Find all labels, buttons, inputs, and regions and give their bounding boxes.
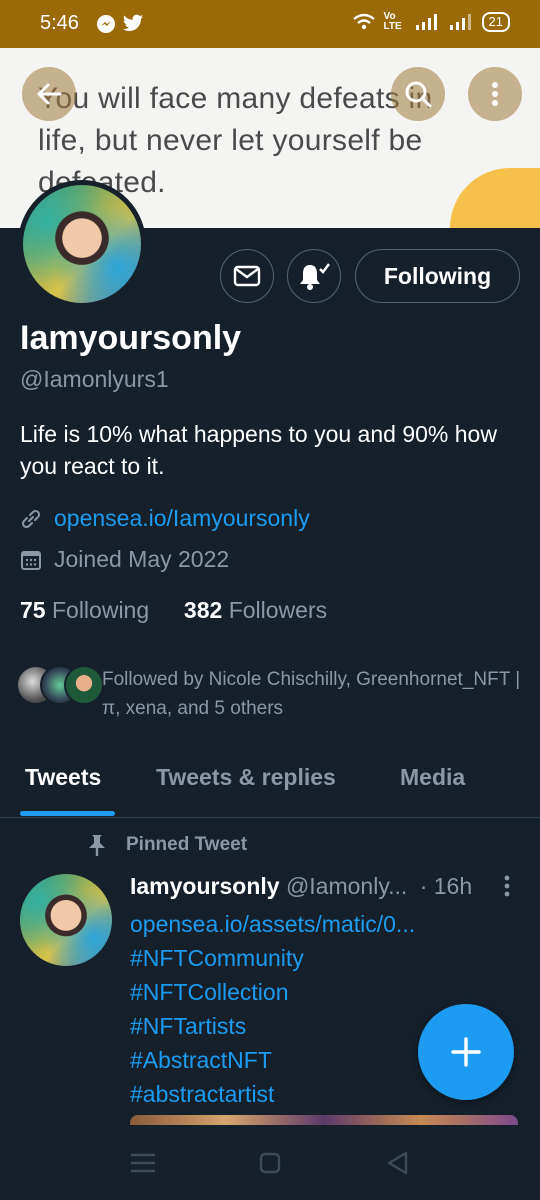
volte-label: Vo LTE: [383, 11, 402, 32]
tweet-header: Iamyoursonly @Iamonly... · 16h: [130, 873, 480, 900]
hashtag[interactable]: #NFTCommunity: [130, 941, 460, 975]
joined-date: Joined May 2022: [54, 546, 230, 572]
profile-avatar[interactable]: [18, 180, 146, 308]
tab-tweets[interactable]: Tweets: [25, 764, 101, 791]
link-icon: [21, 509, 41, 528]
signal-icon-2: [449, 14, 471, 30]
hashtag[interactable]: #abstractartist: [130, 1077, 460, 1111]
following-count: 75: [20, 597, 46, 623]
envelope-icon: [233, 265, 261, 287]
messenger-icon: [97, 15, 115, 33]
tweet-more-icon[interactable]: [497, 874, 517, 898]
menu-icon[interactable]: [128, 1150, 158, 1176]
message-button[interactable]: [220, 249, 274, 303]
compose-tweet-button[interactable]: [418, 1004, 514, 1100]
hashtag[interactable]: #NFTartists: [130, 1009, 460, 1043]
search-button[interactable]: [391, 67, 445, 121]
following-button[interactable]: Following: [355, 249, 520, 303]
following-count-link[interactable]: 75 Following: [20, 597, 149, 623]
following-count-label: Following: [51, 597, 150, 623]
profile-tabs: Tweets Tweets & replies Media: [0, 740, 540, 818]
profile-name: Iamyoursonly: [20, 319, 242, 357]
website-row: opensea.io/Iamyoursonly: [20, 505, 310, 532]
follow-counts: 75 Following 382 Followers: [20, 597, 327, 624]
status-bar: 5:46 Vo LTE 21: [0, 0, 540, 48]
pinned-tweet-label: Pinned Tweet: [126, 834, 248, 855]
tweet-author-handle: @Iamonly...: [285, 873, 408, 899]
followers-count-link[interactable]: 382 Followers: [184, 597, 327, 623]
system-nav-bar: [0, 1126, 540, 1200]
more-options-button[interactable]: [468, 67, 522, 121]
joined-row: Joined May 2022: [20, 546, 229, 573]
hashtag[interactable]: #NFTCollection: [130, 975, 460, 1009]
calendar-icon: [21, 550, 41, 570]
tweet-media-preview[interactable]: [130, 1115, 518, 1125]
search-icon: [405, 81, 432, 108]
notifications-button[interactable]: [287, 249, 341, 303]
pinned-label-row: Pinned Tweet: [86, 833, 247, 857]
hashtag[interactable]: #AbstractNFT: [130, 1043, 460, 1077]
active-tab-indicator: [20, 811, 115, 816]
signal-icon: [415, 14, 437, 30]
tweet-link[interactable]: opensea.io/assets/matic/0...: [130, 907, 460, 941]
more-vertical-icon: [492, 82, 498, 106]
website-link[interactable]: opensea.io/Iamyoursonly: [54, 505, 310, 532]
followed-by-avatars[interactable]: [16, 665, 104, 705]
tweet-body: opensea.io/assets/matic/0... #NFTCommuni…: [130, 907, 460, 1111]
tab-tweets-replies[interactable]: Tweets & replies: [156, 764, 336, 791]
followers-count-label: Followers: [228, 597, 328, 623]
tweet-author-avatar[interactable]: [20, 874, 112, 966]
follower-avatar: [64, 665, 104, 705]
tweet-author-name[interactable]: Iamyoursonly: [130, 873, 280, 899]
plus-icon: [451, 1037, 481, 1067]
followers-count: 382: [183, 597, 223, 623]
home-square-icon[interactable]: [255, 1150, 285, 1176]
tweet-time: · 16h: [419, 873, 473, 899]
battery-icon: 21: [481, 12, 510, 32]
back-arrow-icon: [37, 83, 62, 105]
back-triangle-icon[interactable]: [383, 1150, 413, 1176]
back-button[interactable]: [22, 67, 76, 121]
status-time: 5:46: [40, 12, 79, 34]
wifi-icon: [352, 13, 375, 30]
pin-icon: [89, 835, 105, 856]
followed-by-text[interactable]: Followed by Nicole Chischilly, Greenhorn…: [102, 665, 522, 723]
tab-media[interactable]: Media: [400, 764, 465, 791]
twitter-icon: [122, 14, 144, 31]
bell-check-icon: [300, 263, 330, 290]
profile-handle: @Iamonlyurs1: [20, 366, 169, 392]
profile-bio: Life is 10% what happens to you and 90% …: [20, 421, 497, 479]
